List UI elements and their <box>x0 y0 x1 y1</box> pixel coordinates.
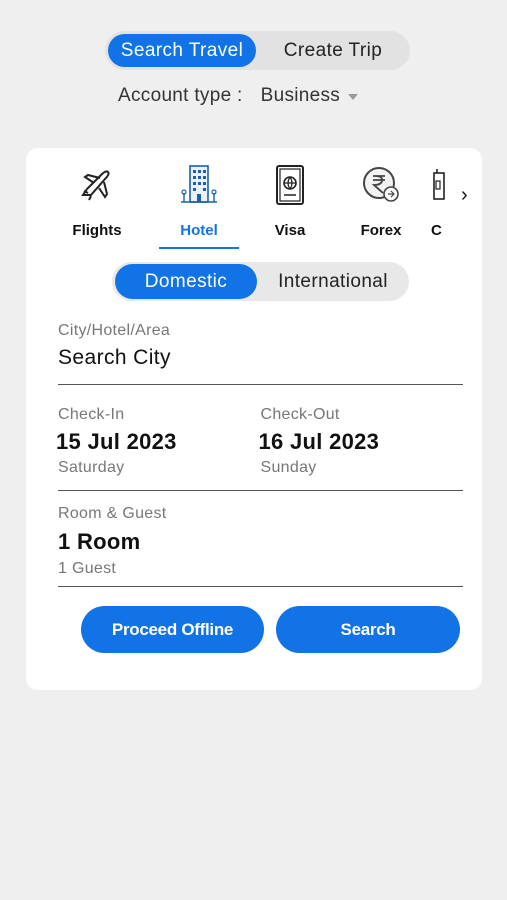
service-tab-visa[interactable]: Visa <box>248 162 332 252</box>
check-in-label: Check-In <box>58 406 125 423</box>
service-label-forex: Forex <box>360 222 402 239</box>
account-type-label: Account type : <box>118 85 243 106</box>
hotel-building-icon <box>177 162 221 208</box>
proceed-offline-button[interactable]: Proceed Offline <box>81 606 264 653</box>
search-button[interactable]: Search <box>276 606 460 653</box>
service-label-hotel: Hotel <box>180 222 218 239</box>
account-type-value: Business <box>260 85 341 106</box>
create-trip-tab[interactable]: Create Trip <box>256 34 410 67</box>
city-field: City/Hotel/Area Search City <box>58 322 463 385</box>
room-guest-label: Room & Guest <box>58 505 167 522</box>
room-count: 1 Room <box>58 529 141 554</box>
service-tab-flights[interactable]: Flights <box>55 162 139 252</box>
domestic-tab[interactable]: Domestic <box>115 264 257 299</box>
account-type-dropdown[interactable]: Business <box>261 85 359 107</box>
city-field-label: City/Hotel/Area <box>58 322 171 339</box>
check-in-day: Saturday <box>58 459 125 476</box>
service-tabs: Flights Hotel Visa Forex C › <box>26 148 482 253</box>
international-tab[interactable]: International <box>257 264 409 299</box>
travel-mode-toggle: Search Travel Create Trip <box>105 31 410 70</box>
rupee-exchange-icon <box>359 162 403 208</box>
account-type-row: Account type : Business <box>118 85 359 107</box>
check-out-date: 16 Jul 2023 <box>258 429 380 454</box>
passport-icon <box>268 162 312 208</box>
search-city-input[interactable]: Search City <box>58 346 463 370</box>
check-in-date: 15 Jul 2023 <box>56 429 177 454</box>
room-guest-picker[interactable]: Room & Guest 1 Room 1 Guest <box>58 505 463 587</box>
check-out-day: Sunday <box>260 459 317 476</box>
partial-service-icon <box>431 162 461 208</box>
service-label-partial: C <box>431 222 442 239</box>
airplane-icon <box>75 162 119 208</box>
service-label-visa: Visa <box>274 222 306 239</box>
dates-field: Check-In 15 Jul 2023 Saturday Check-Out … <box>56 406 464 491</box>
service-tab-partial[interactable]: C <box>431 162 461 252</box>
service-tab-hotel[interactable]: Hotel <box>157 162 241 252</box>
scroll-right-icon[interactable]: › <box>461 184 468 207</box>
guest-count: 1 Guest <box>58 560 117 577</box>
hotel-type-toggle: Domestic International <box>112 262 409 301</box>
check-out-picker[interactable]: Check-Out 16 Jul 2023 Sunday <box>258 406 464 490</box>
check-out-label: Check-Out <box>260 406 340 423</box>
search-travel-tab[interactable]: Search Travel <box>108 34 256 67</box>
dropdown-caret-icon <box>348 94 359 100</box>
check-in-picker[interactable]: Check-In 15 Jul 2023 Saturday <box>56 406 261 490</box>
service-label-flights: Flights <box>72 222 122 239</box>
booking-card: Flights Hotel Visa Forex C › Domestic In… <box>26 148 482 690</box>
service-tab-forex[interactable]: Forex <box>339 162 423 252</box>
active-tab-indicator <box>159 247 239 249</box>
